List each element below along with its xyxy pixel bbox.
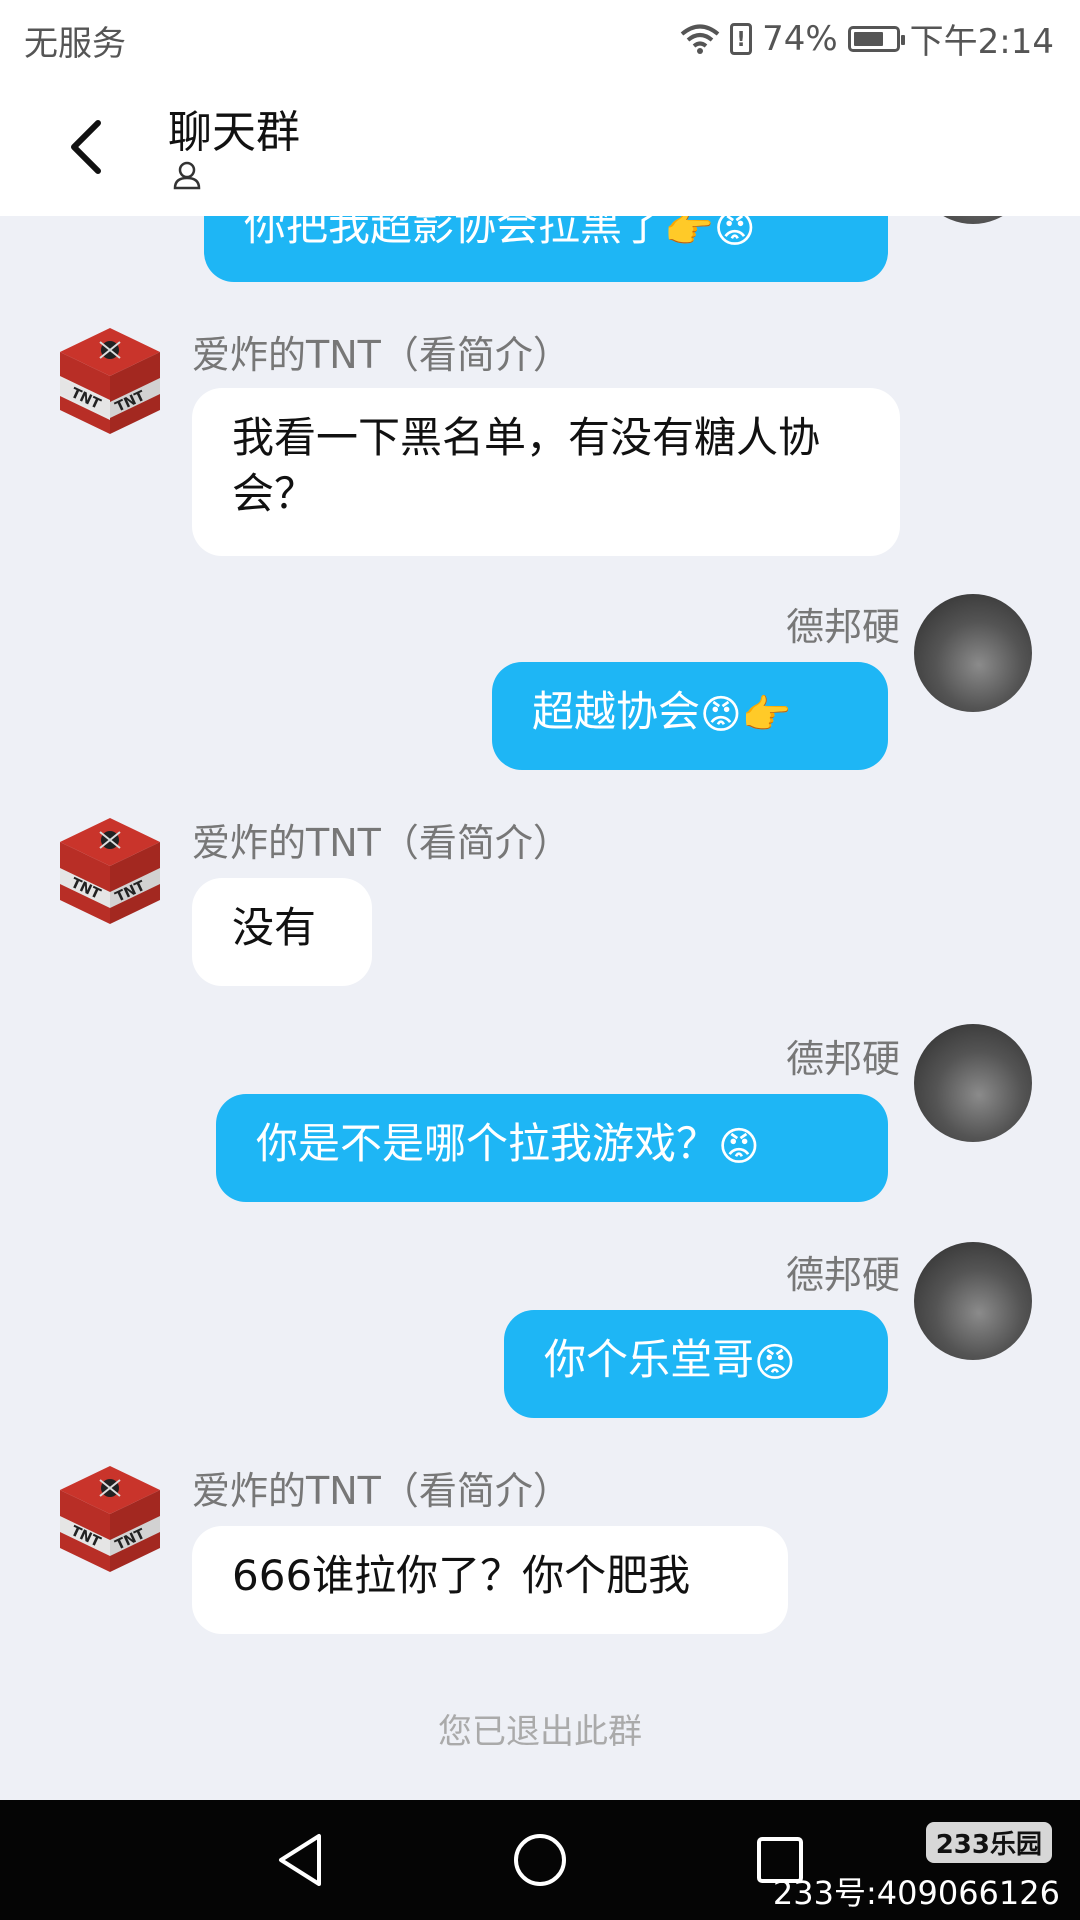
message-bubble[interactable]: 我看一下黑名单，有没有糖人协会？ xyxy=(192,388,900,556)
chevron-left-icon xyxy=(71,120,101,174)
navigation-bar: 233乐园 233号:409066126 xyxy=(0,1800,1080,1920)
clock: 下午2:14 xyxy=(909,22,1054,62)
nav-back-button[interactable] xyxy=(268,1828,332,1892)
message-text: 我看一下黑名单，有没有糖人协会？ xyxy=(232,413,821,518)
chat-area[interactable]: 你把我超影协会拉黑了👉😡 TNT TNT 爱炸的TNT（看简介） 我看一下黑名单… xyxy=(0,216,1080,1800)
message-bubble[interactable]: 666谁拉你了？你个肥我 xyxy=(192,1526,788,1634)
message-text: 你把我超影协会拉黑了 xyxy=(244,216,665,250)
sender-name: 德邦硬 xyxy=(785,1253,900,1297)
sender-name: 爱炸的TNT（看简介） xyxy=(192,821,571,865)
pointing-hand-emoji-icon: 👉 xyxy=(741,691,792,738)
member-icon[interactable] xyxy=(172,160,202,190)
angry-face-emoji-icon: 😡 xyxy=(713,216,756,252)
avatar[interactable] xyxy=(914,1242,1032,1360)
tnt-avatar-icon[interactable]: TNT TNT xyxy=(56,1458,164,1576)
angry-face-emoji-icon: 😡 xyxy=(754,1339,796,1386)
message-text: 超越协会 xyxy=(532,687,701,736)
status-bar: 无服务 ! 74% 下午2:14 xyxy=(0,0,1080,76)
sender-name: 德邦硬 xyxy=(785,1037,900,1081)
chat-header: 聊天群 xyxy=(0,76,1080,216)
message-bubble[interactable]: 你是不是哪个拉我游戏？😡 xyxy=(216,1094,888,1202)
watermark-logo: 233乐园 xyxy=(925,1822,1052,1863)
watermark-id: 233号:409066126 xyxy=(772,1874,1060,1912)
sender-name: 爱炸的TNT（看简介） xyxy=(192,333,571,377)
battery-icon xyxy=(847,25,905,52)
battery-percent: 74% xyxy=(762,18,838,59)
pointing-hand-emoji-icon: 👉 xyxy=(664,216,714,252)
avatar[interactable] xyxy=(914,1024,1032,1142)
sender-name: 爱炸的TNT（看简介） xyxy=(192,1469,571,1513)
carrier-label: 无服务 xyxy=(24,24,126,64)
message-bubble[interactable]: 你个乐堂哥😡 xyxy=(504,1310,888,1418)
status-icons: ! 74% 下午2:14 xyxy=(680,14,1054,63)
triangle-back-icon xyxy=(279,1834,321,1886)
page-title: 聊天群 xyxy=(168,107,300,158)
message-bubble[interactable]: 你把我超影协会拉黑了👉😡 xyxy=(204,216,888,282)
system-message: 您已退出此群 xyxy=(438,1712,642,1752)
nav-home-button[interactable] xyxy=(508,1828,572,1892)
message-text: 你是不是哪个拉我游戏？ xyxy=(256,1119,719,1168)
back-button[interactable] xyxy=(56,112,116,182)
avatar[interactable] xyxy=(914,216,1032,224)
sender-name: 德邦硬 xyxy=(785,605,900,649)
battery-fill xyxy=(853,31,884,46)
circle-home-icon xyxy=(514,1834,566,1886)
avatar[interactable] xyxy=(914,594,1032,712)
sim-alert-icon: ! xyxy=(730,22,753,55)
message-text: 没有 xyxy=(232,903,317,952)
message-bubble[interactable]: 超越协会😡👉 xyxy=(492,662,888,770)
message-text: 666谁拉你了？你个肥我 xyxy=(232,1551,691,1600)
message-bubble[interactable]: 没有 xyxy=(192,878,372,986)
angry-face-emoji-icon: 😡 xyxy=(718,1123,760,1170)
tnt-avatar-icon[interactable]: TNT TNT xyxy=(56,810,164,928)
tnt-avatar-icon[interactable]: TNT TNT xyxy=(56,320,164,438)
message-text: 你个乐堂哥 xyxy=(544,1335,755,1384)
wifi-icon xyxy=(680,24,720,54)
angry-face-emoji-icon: 😡 xyxy=(700,691,742,738)
